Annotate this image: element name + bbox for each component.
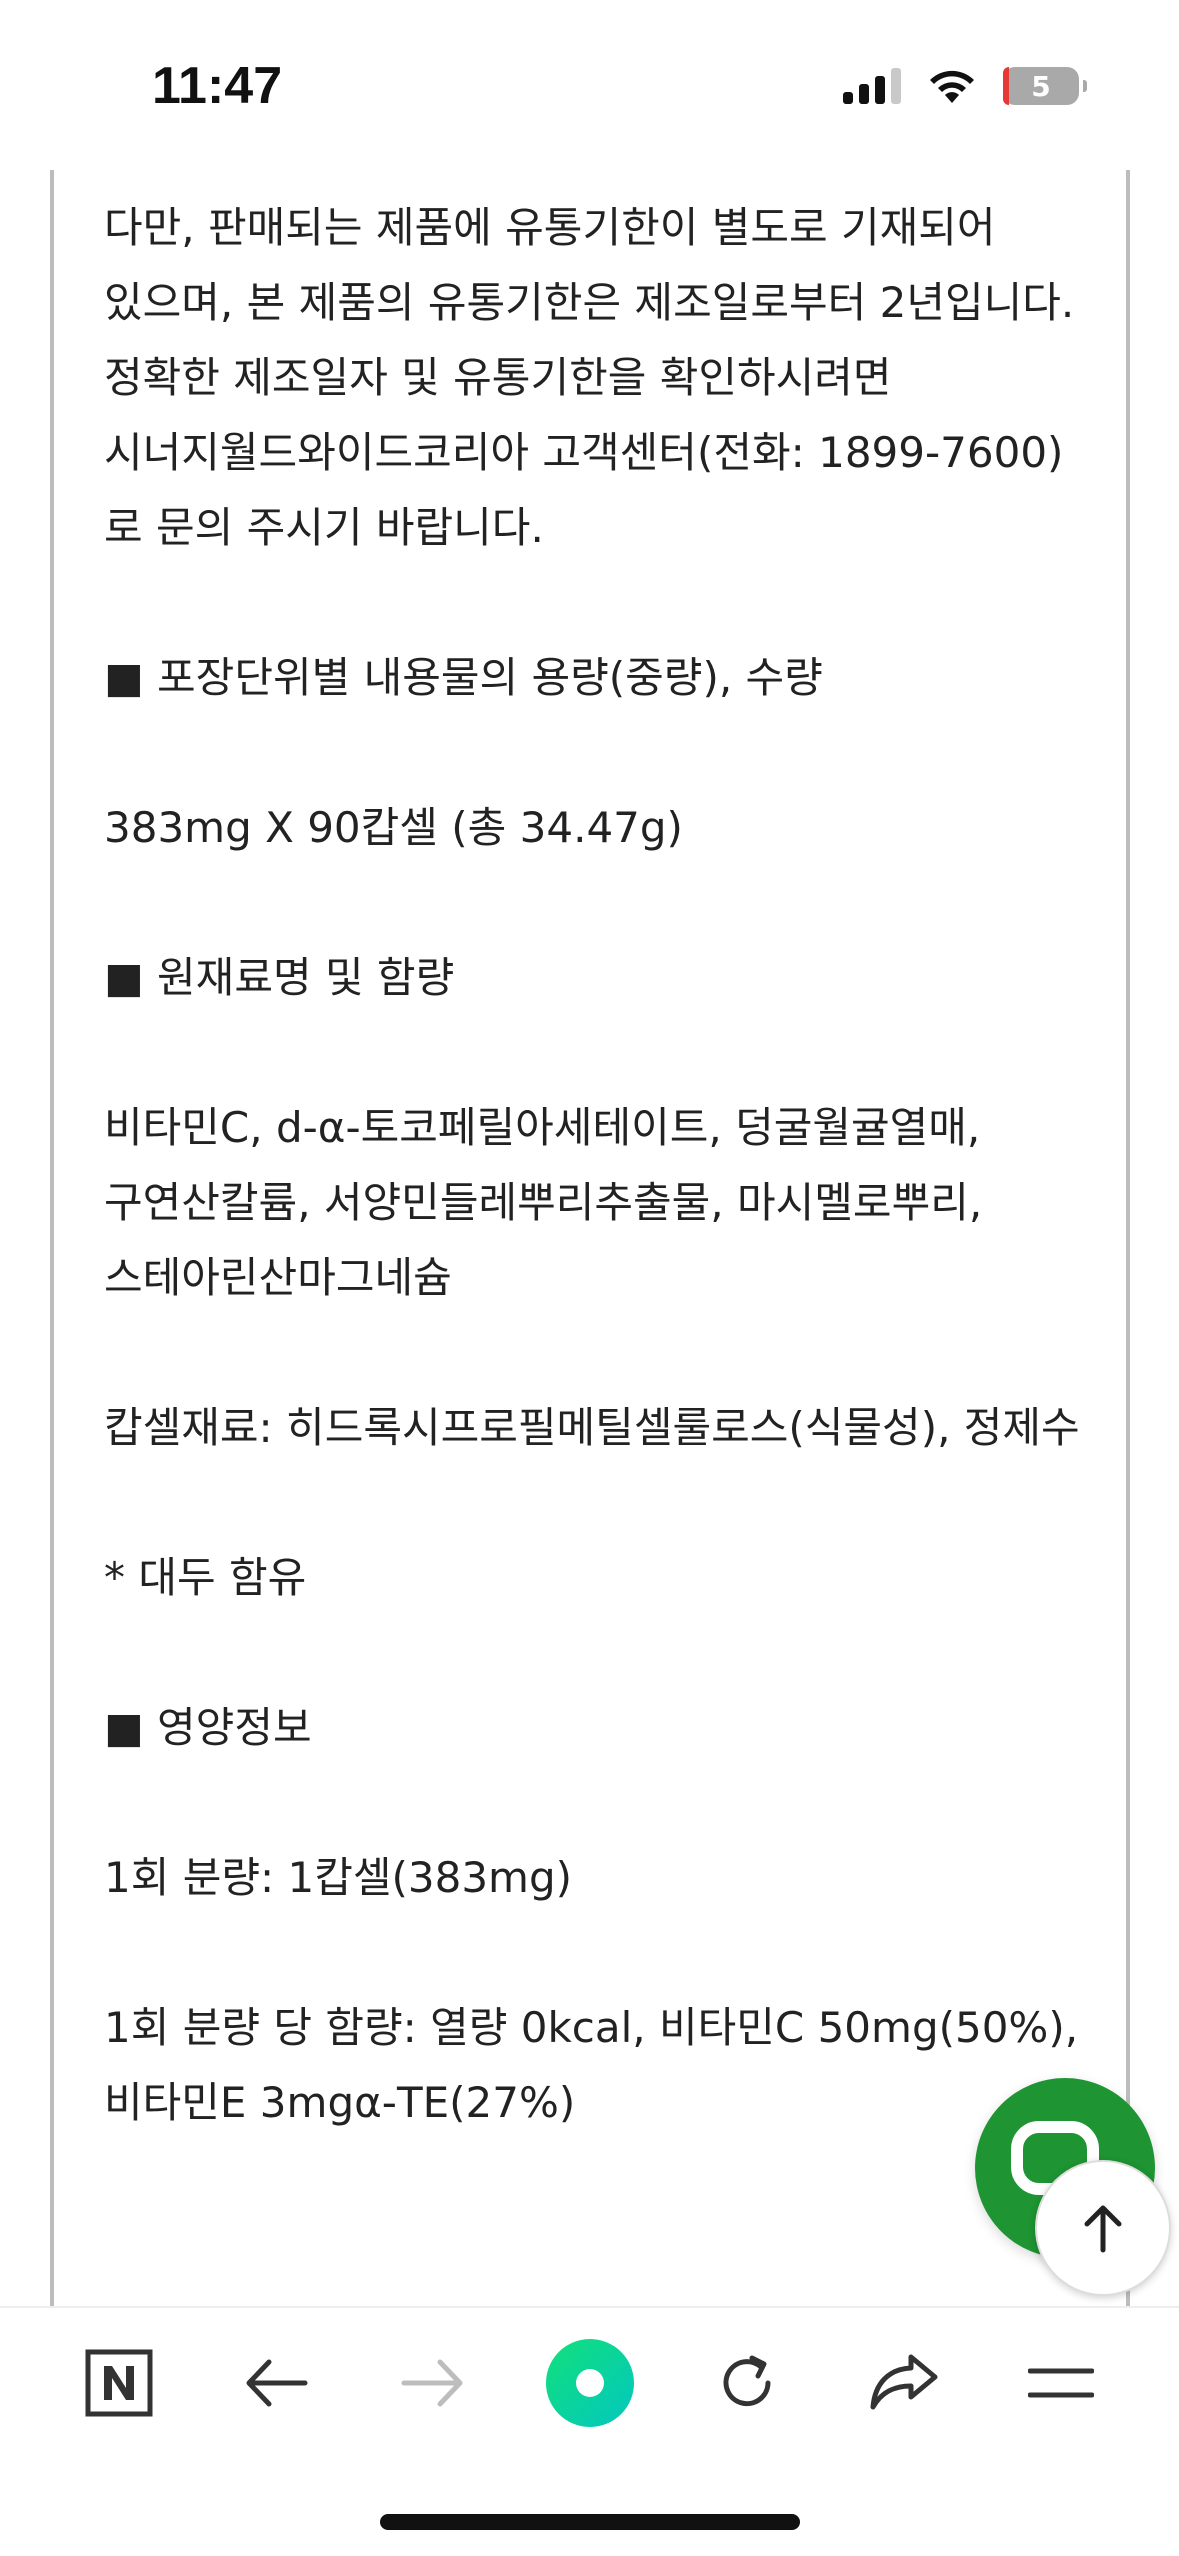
product-info-text: 다만, 판매되는 제품에 유통기한이 별도로 기재되어 있으며, 본 제품의 유… [104, 190, 1084, 2140]
status-icons: 5 [843, 62, 1087, 110]
serving-size: 1회 분량: 1캅셀(383mg) [104, 1853, 573, 1902]
section-heading-ingredients: ■ 원재료명 및 함량 [104, 953, 455, 1002]
green-dot-button[interactable] [535, 2328, 645, 2438]
forward-button[interactable] [378, 2328, 488, 2438]
green-dot-icon [545, 2339, 634, 2427]
allergen-note: * 대두 함유 [104, 1553, 307, 1602]
battery-level: 5 [1031, 69, 1051, 103]
menu-button[interactable] [1006, 2328, 1116, 2438]
home-indicator[interactable] [380, 2514, 800, 2530]
status-time: 11:47 [152, 57, 283, 115]
share-icon [870, 2354, 937, 2410]
back-arrow-icon [246, 2359, 307, 2407]
web-content-frame: 다만, 판매되는 제품에 유통기한이 별도로 기재되어 있으며, 본 제품의 유… [50, 170, 1130, 2306]
reload-icon [723, 2355, 770, 2407]
scroll-top-button[interactable] [1035, 2160, 1171, 2296]
shelf-life-paragraph: 다만, 판매되는 제품에 유통기한이 별도로 기재되어 있으며, 본 제품의 유… [104, 203, 1075, 552]
forward-arrow-icon [401, 2359, 462, 2407]
section-heading-nutrition: ■ 영양정보 [104, 1703, 312, 1752]
nutrition-per-serving: 1회 분량 당 함량: 열량 0kcal, 비타민C 50mg(50%), 비타… [104, 2003, 1079, 2127]
arrow-up-icon [1084, 2205, 1122, 2253]
battery-icon: 5 [1003, 67, 1087, 105]
toolbar-buttons [0, 2308, 1179, 2458]
share-button[interactable] [849, 2328, 959, 2438]
menu-icon [1027, 2368, 1094, 2398]
naver-home-button[interactable] [64, 2328, 174, 2438]
wifi-icon [930, 70, 974, 103]
back-button[interactable] [221, 2328, 331, 2438]
status-bar: 11:47 5 [0, 0, 1179, 170]
naver-n-icon [85, 2349, 152, 2417]
ingredients-list: 비타민C, d-α-토코페릴아세테이트, 덩굴월귤열매, 구연산칼륨, 서양민들… [104, 1103, 983, 1302]
package-quantity: 383mg X 90캅셀 (총 34.47g) [104, 803, 683, 852]
cellular-signal-icon [843, 68, 901, 104]
section-heading-package: ■ 포장단위별 내용물의 용량(중량), 수량 [104, 653, 823, 702]
reload-button[interactable] [692, 2328, 802, 2438]
capsule-materials: 캅셀재료: 히드록시프로필메틸셀룰로스(식물성), 정제수 [104, 1403, 1080, 1452]
